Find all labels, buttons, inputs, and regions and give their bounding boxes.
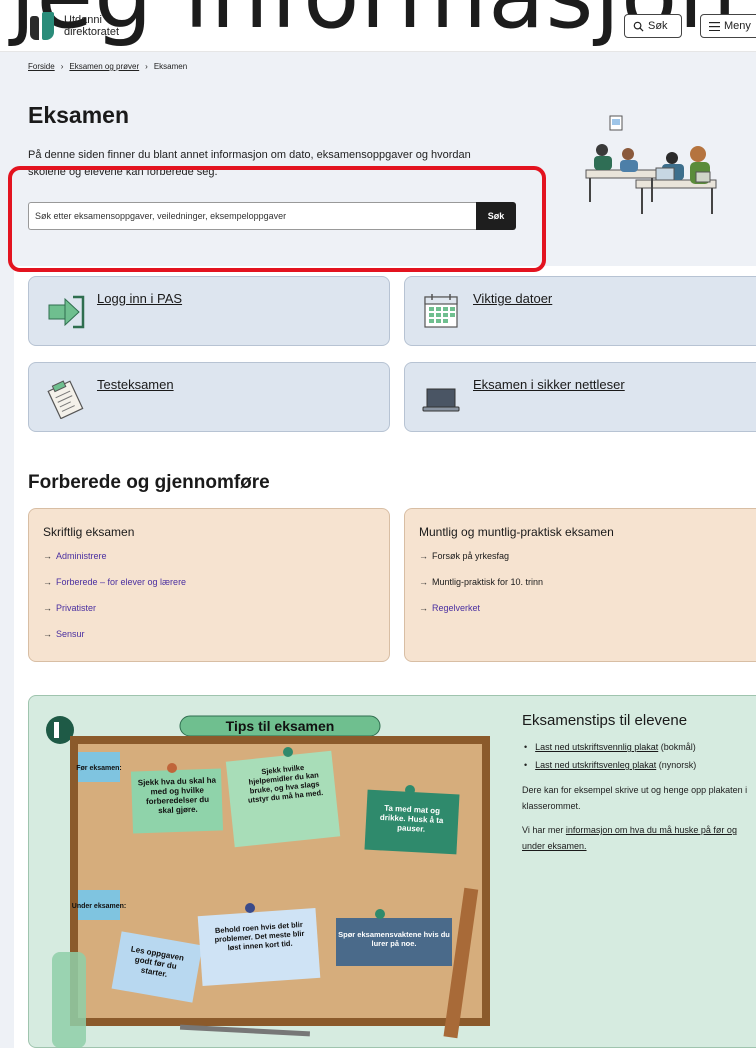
hamburger-icon	[709, 21, 720, 31]
breadcrumb-forside[interactable]: Forside	[28, 62, 55, 71]
tips-paragraph-1: Dere kan for eksempel skrive ut og henge…	[522, 785, 748, 811]
tips-title: Eksamenstips til elevene	[522, 712, 688, 729]
quick-link-test-exam[interactable]: Testeksamen	[28, 362, 390, 432]
tips-poster-title: Tips til eksamen	[226, 718, 335, 734]
poster-link-nynorsk-item: Last ned utskriftsvenleg plakat (nynorsk…	[524, 760, 696, 778]
udir-logo-icon	[30, 12, 56, 40]
during-exam-label: Under eksamen:	[72, 903, 126, 910]
laptop-icon	[422, 388, 460, 412]
header-search-button[interactable]: Søk	[624, 14, 682, 38]
oral-exam-links: → Forsøk på yrkesfag → Muntlig-praktisk fo…	[419, 551, 543, 629]
written-link-privatister[interactable]: → Privatister	[43, 603, 186, 629]
oral-link-10-trinn[interactable]: → Muntlig-praktisk for 10. trinn	[419, 577, 543, 603]
written-link-administrere[interactable]: → Administrere	[43, 551, 186, 577]
arrow-right-icon: →	[43, 629, 52, 639]
udir-logo[interactable]: Utdanni direktoratet	[30, 12, 119, 40]
breadcrumb-current: Eksamen	[153, 62, 188, 71]
arrow-right-icon: →	[419, 603, 428, 613]
arrow-right-icon: →	[43, 551, 52, 561]
oral-link-regelverket[interactable]: → Regelverket	[419, 603, 543, 629]
poster-links: Last ned utskriftsvennlig plakat (bokmål…	[524, 742, 696, 778]
classroom-illustration	[585, 115, 717, 214]
quick-link-secure-browser[interactable]: Eksamen i sikker nettleser	[404, 362, 756, 432]
oral-link-yrkesfag[interactable]: → Forsøk på yrkesfag	[419, 551, 543, 577]
quick-link-dates[interactable]: Viktige datoer	[404, 276, 756, 346]
red-highlight-annotation	[8, 166, 546, 272]
quick-link-pas[interactable]: Logg inn i PAS	[28, 276, 390, 346]
clipboard-icon	[47, 380, 84, 419]
poster-link-bokmal[interactable]: Last ned utskriftsvennlig plakat	[535, 742, 658, 752]
chevron-right-icon: ›	[145, 62, 148, 71]
tips-paragraph-2: Vi har mer informasjon om hva du må husk…	[522, 825, 737, 851]
section-title: Forberede og gjennomføre	[28, 472, 270, 493]
quick-link-dates-label: Viktige datoer	[473, 291, 553, 306]
written-exam-links: → Administrere → Forberede – for elever og…	[43, 551, 186, 655]
page-title: Eksamen	[28, 102, 130, 128]
arrow-right-icon: →	[43, 603, 52, 613]
oral-exam-card: Muntlig og muntlig-praktisk eksamen → For…	[404, 508, 756, 662]
logo-line-1: Utdanni	[64, 14, 102, 26]
written-link-sensur[interactable]: → Sensur	[43, 629, 186, 655]
arrow-right-icon: →	[419, 551, 428, 561]
tips-poster-illustration: Tips til eksamen Før eksamen: Under eksa…	[46, 715, 490, 1048]
oral-exam-title: Muntlig og muntlig-praktisk eksamen	[419, 525, 614, 539]
quick-link-pas-label: Logg inn i PAS	[97, 291, 183, 306]
header-search-label: Søk	[648, 20, 668, 32]
arrow-right-icon: →	[419, 577, 428, 587]
header-menu-button[interactable]: Meny	[700, 14, 756, 38]
quick-link-test-exam-label: Testeksamen	[97, 377, 174, 392]
poster-link-nynorsk[interactable]: Last ned utskriftsvenleg plakat	[535, 760, 656, 770]
search-icon	[633, 21, 644, 32]
poster-link-bokmal-item: Last ned utskriftsvennlig plakat (bokmål…	[524, 742, 696, 760]
breadcrumb: Forside › Eksamen og prøver › Eksamen	[28, 62, 187, 71]
quick-link-secure-browser-label: Eksamen i sikker nettleser	[473, 377, 625, 392]
calendar-icon	[424, 294, 458, 328]
chevron-right-icon: ›	[60, 62, 64, 71]
written-link-forberede[interactable]: → Forberede – for elever og lærere	[43, 577, 186, 603]
login-arrow-icon	[48, 295, 85, 329]
written-exam-card: Skriftlig eksamen → Administrere → Forbere…	[28, 508, 390, 662]
logo-line-2: direktoratet	[64, 26, 120, 38]
written-exam-title: Skriftlig eksamen	[43, 525, 135, 539]
breadcrumb-eksamen-og-prover[interactable]: Eksamen og prøver	[69, 62, 139, 71]
header-menu-label: Meny	[724, 20, 751, 32]
arrow-right-icon: →	[43, 577, 52, 587]
before-exam-label: Før eksamen:	[76, 765, 122, 772]
